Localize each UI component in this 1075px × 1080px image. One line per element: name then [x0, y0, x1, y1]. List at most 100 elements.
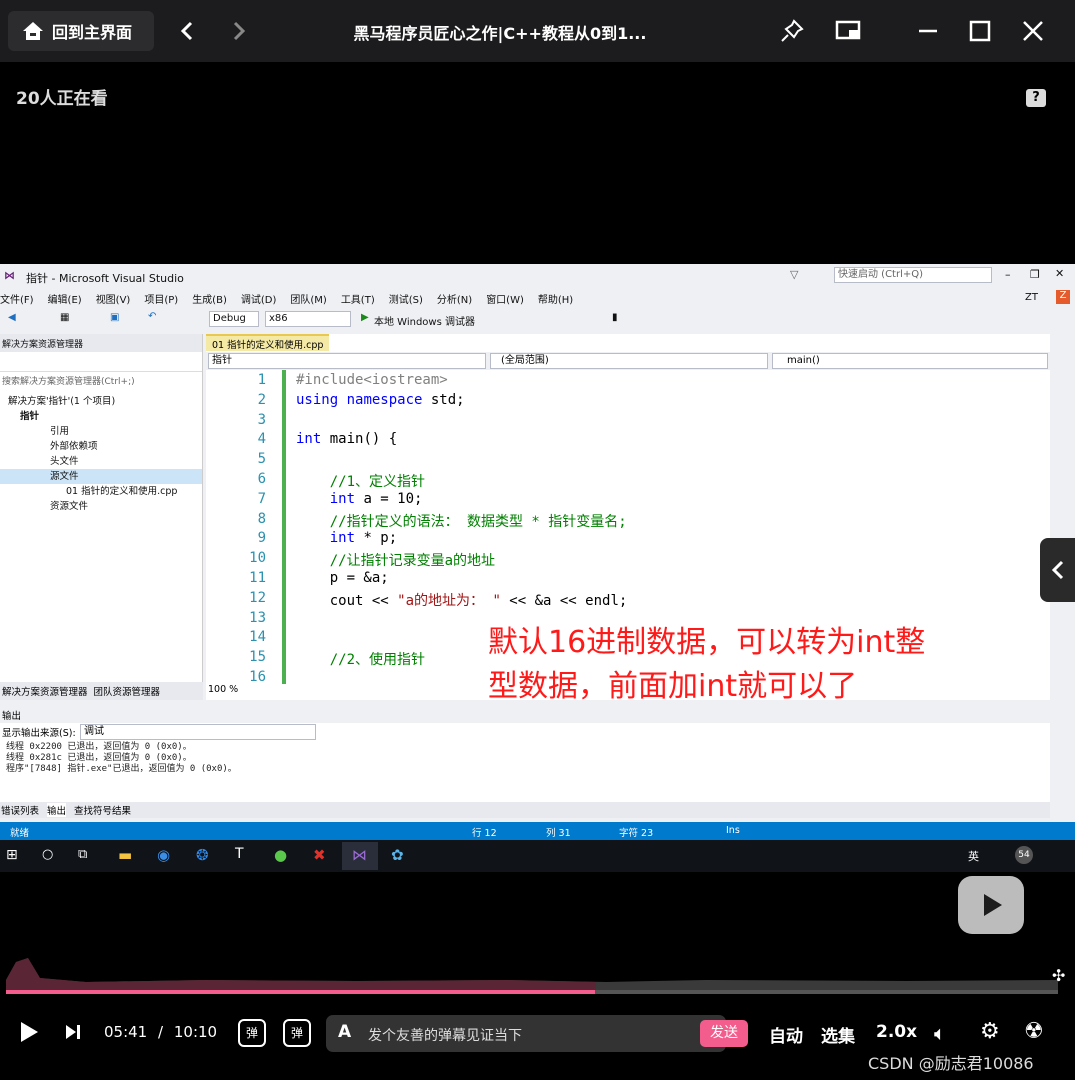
tree-header-files[interactable]: 头文件	[0, 454, 202, 469]
minimize-icon[interactable]	[913, 16, 943, 46]
code-line[interactable]: //1、定义指针	[296, 471, 425, 491]
run-debugger[interactable]: 本地 Windows 调试器	[374, 313, 475, 328]
paint-icon[interactable]: ✿	[391, 846, 404, 864]
zoom-level[interactable]: 100 %	[208, 684, 238, 695]
play-icon[interactable]: ▶	[361, 312, 369, 323]
forward-icon[interactable]	[224, 16, 254, 46]
tree-solution[interactable]: 解决方案'指针'(1 个项目)	[0, 394, 202, 409]
tab-output[interactable]: 输出	[47, 803, 67, 817]
annotation-line: 默认16进制数据，可以转为int整	[488, 625, 926, 660]
config-dropdown[interactable]: Debug	[209, 311, 259, 327]
output-source[interactable]: 调试	[80, 724, 316, 740]
play-button[interactable]	[18, 1020, 40, 1048]
menu-test[interactable]: 测试(S)	[389, 291, 423, 306]
menu-file[interactable]: 文件(F)	[0, 291, 34, 306]
task-view-icon[interactable]: ⧉	[78, 847, 87, 862]
close-icon[interactable]	[1018, 16, 1048, 46]
file-explorer-icon[interactable]: ▬	[118, 846, 132, 864]
back-icon[interactable]	[172, 16, 202, 46]
speed-button[interactable]: 2.0x	[876, 1022, 917, 1042]
tree-resource-files[interactable]: 资源文件	[0, 499, 202, 514]
code-line[interactable]: using namespace std;	[296, 392, 465, 408]
settings-gear-icon[interactable]: ⚙	[980, 1019, 1000, 1044]
netdisk-icon[interactable]: ❂	[196, 846, 209, 864]
expand-icon[interactable]: ✣	[1052, 966, 1065, 985]
tray-badge[interactable]: 54	[1015, 846, 1033, 864]
menu-build[interactable]: 生成(B)	[192, 291, 227, 306]
tree-references[interactable]: 引用	[0, 424, 202, 439]
quick-launch[interactable]: 快速启动 (Ctrl+Q)	[834, 267, 992, 283]
code-line[interactable]: p = &a;	[296, 570, 389, 586]
menu-analyze[interactable]: 分析(N)	[437, 291, 472, 306]
nav-scope[interactable]: (全局范围)	[490, 353, 768, 369]
code-line[interactable]: //指针定义的语法： 数据类型 * 指针变量名;	[296, 511, 627, 531]
menu-project[interactable]: 项目(P)	[144, 291, 178, 306]
danmaku-settings-icon[interactable]: 弹	[283, 1019, 311, 1047]
maximize-icon[interactable]	[965, 16, 995, 46]
menu-view[interactable]: 视图(V)	[96, 291, 131, 306]
menu-help[interactable]: 帮助(H)	[538, 291, 573, 306]
pin-icon[interactable]	[777, 16, 807, 46]
platform-dropdown[interactable]: x86	[265, 311, 351, 327]
solution-search[interactable]: 搜索解决方案资源管理器(Ctrl+;)	[0, 372, 202, 388]
menu-tools[interactable]: 工具(T)	[341, 291, 375, 306]
menu-debug[interactable]: 调试(D)	[241, 291, 277, 306]
line-number: 10	[249, 550, 266, 567]
new-project-icon[interactable]: ▦	[60, 312, 69, 323]
nav-function[interactable]: main()	[772, 353, 1048, 369]
code-line[interactable]: int main() {	[296, 431, 397, 447]
vs-close-icon[interactable]: ✕	[1055, 267, 1064, 280]
code-line[interactable]: //让指针记录变量a的地址	[296, 550, 495, 570]
avatar[interactable]: Z	[1056, 290, 1070, 304]
radiation-mode-icon[interactable]: ☢	[1024, 1019, 1044, 1044]
code-line[interactable]: int * p;	[296, 530, 397, 546]
tree-cpp-file[interactable]: 01 指针的定义和使用.cpp	[0, 484, 202, 499]
code-line[interactable]: int a = 10;	[296, 491, 423, 507]
xmind-icon[interactable]: ✖	[313, 846, 326, 864]
back-nav-icon[interactable]: ◀	[8, 312, 16, 323]
next-button[interactable]	[64, 1023, 82, 1045]
search-icon[interactable]: ○	[42, 847, 53, 862]
send-button[interactable]: 发送	[700, 1020, 748, 1047]
vs-restore-icon[interactable]: ❐	[1030, 268, 1040, 281]
vs-minimize-icon[interactable]: –	[1005, 268, 1011, 281]
ime-indicator[interactable]: 英	[968, 848, 979, 864]
tree-project[interactable]: 指针	[0, 409, 202, 424]
undo-icon[interactable]: ↶	[148, 311, 156, 322]
help-icon[interactable]: ?	[1026, 89, 1046, 107]
text-app-icon[interactable]: T	[235, 846, 244, 862]
tree-source-files[interactable]: 源文件	[0, 469, 202, 484]
side-panel-toggle[interactable]	[1040, 538, 1075, 602]
code-line[interactable]: //2、使用指针	[296, 649, 425, 669]
menu-window[interactable]: 窗口(W)	[486, 291, 524, 306]
status-col: 列 31	[546, 828, 571, 839]
menu-edit[interactable]: 编辑(E)	[48, 291, 82, 306]
windows-start-icon[interactable]: ⊞	[6, 847, 18, 863]
tab-solution-explorer[interactable]: 解决方案资源管理器	[2, 684, 88, 698]
auto-quality-button[interactable]: 自动	[769, 1022, 803, 1047]
app-icon[interactable]: ●	[274, 846, 287, 864]
tab-team-explorer[interactable]: 团队资源管理器	[94, 684, 161, 698]
tab-error-list[interactable]: 错误列表	[1, 803, 39, 817]
vs-user[interactable]: ZT	[1025, 292, 1038, 303]
episodes-button[interactable]: 选集	[821, 1022, 855, 1047]
save-icon[interactable]: ▣	[110, 312, 119, 323]
tree-external-deps[interactable]: 外部依赖项	[0, 439, 202, 454]
pip-icon[interactable]	[834, 16, 864, 46]
bookmark-icon[interactable]: ▮	[612, 312, 618, 323]
tab-find-symbol[interactable]: 查找符号结果	[74, 803, 131, 817]
danmaku-style-icon[interactable]: A	[338, 1022, 351, 1042]
home-icon	[23, 22, 43, 40]
code-line[interactable]: cout << "a的地址为： " << &a << endl;	[296, 590, 628, 610]
chevron-left-icon	[1051, 560, 1063, 580]
volume-icon[interactable]: 🔈︎	[934, 1021, 946, 1045]
browser-icon[interactable]: ◉	[157, 846, 170, 864]
line-number: 15	[249, 649, 266, 666]
nav-project[interactable]: 指针	[208, 353, 486, 369]
menu-team[interactable]: 团队(M)	[290, 291, 326, 306]
danmaku-toggle-icon[interactable]: 弹	[238, 1019, 266, 1047]
line-number: 14	[249, 629, 266, 646]
code-line[interactable]: #include<iostream>	[296, 372, 448, 388]
home-button[interactable]: 回到主界面	[8, 11, 154, 51]
editor-tab[interactable]: 01 指针的定义和使用.cpp	[206, 334, 330, 351]
